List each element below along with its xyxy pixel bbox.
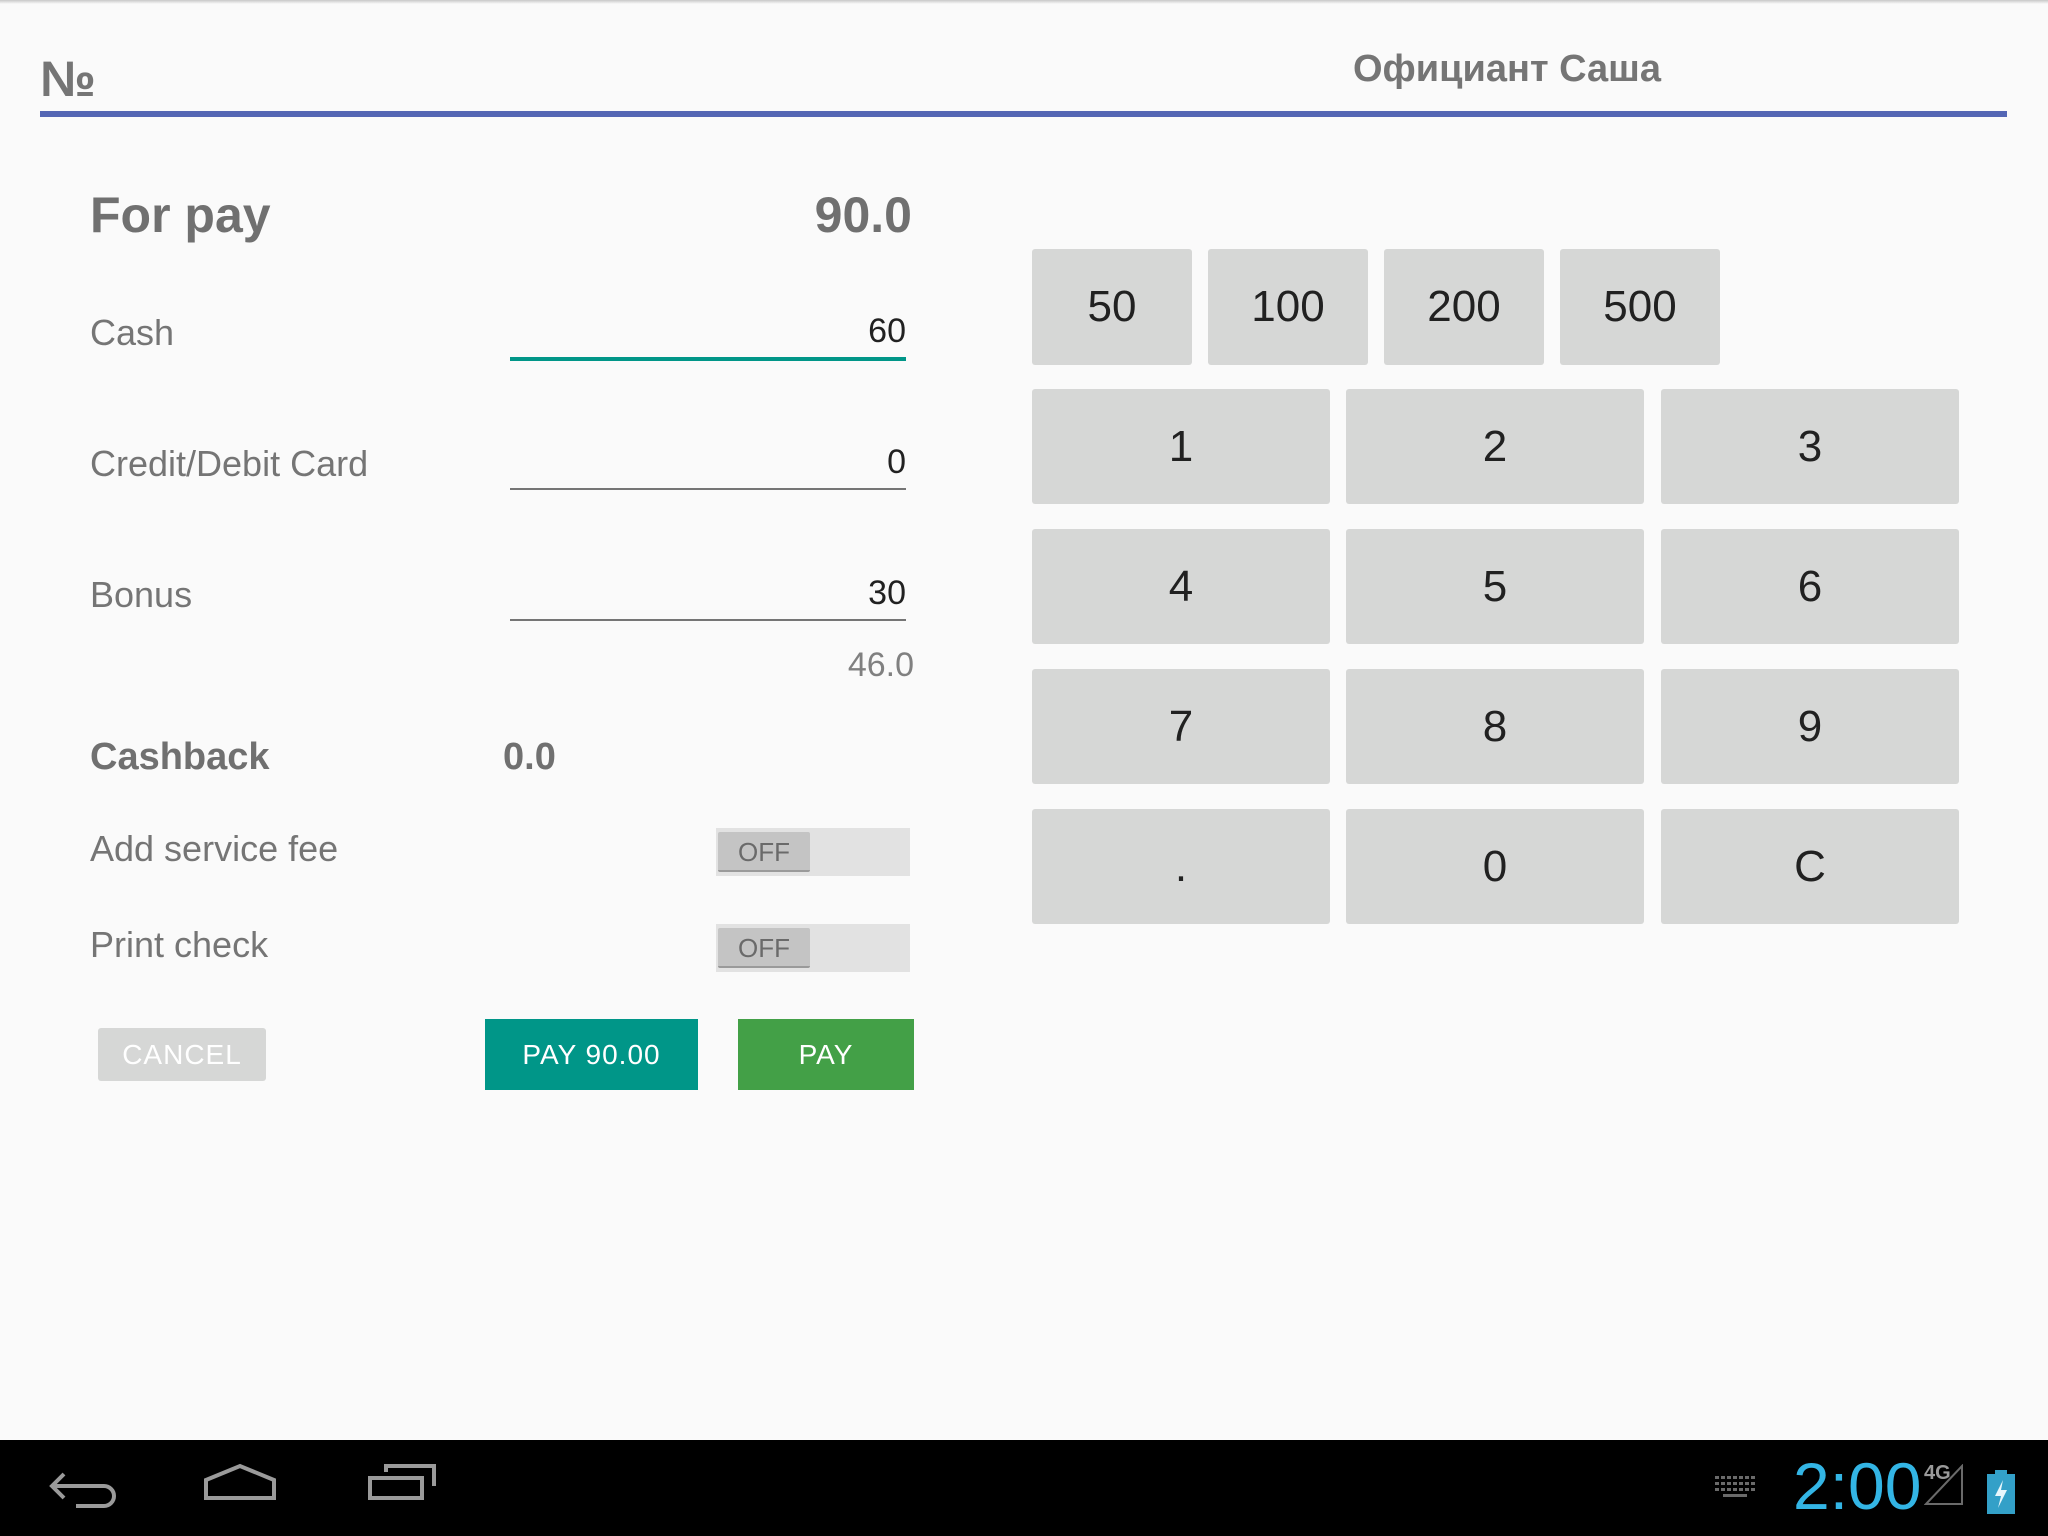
clock: 2:00	[1793, 1449, 1922, 1523]
key-6[interactable]: 6	[1661, 529, 1959, 644]
cashback-label: Cashback	[90, 736, 270, 778]
header-divider	[40, 111, 2007, 117]
quick-amount-50[interactable]: 50	[1032, 249, 1192, 365]
cashback-value: 0.0	[503, 736, 556, 778]
waiter-name: Официант Саша	[1353, 48, 1661, 90]
service-fee-label: Add service fee	[90, 828, 339, 869]
key-clear[interactable]: C	[1661, 809, 1959, 924]
top-shadow	[0, 0, 2048, 4]
cancel-button[interactable]: CANCEL	[98, 1028, 266, 1081]
key-8[interactable]: 8	[1346, 669, 1644, 784]
card-label: Credit/Debit Card	[90, 443, 369, 484]
keyboard-icon	[1715, 1476, 1755, 1497]
card-input[interactable]	[510, 443, 906, 490]
system-nav-bar: 2:00 4G	[0, 1440, 2048, 1536]
key-3[interactable]: 3	[1661, 389, 1959, 504]
key-0[interactable]: 0	[1346, 809, 1644, 924]
battery-charging-icon	[1987, 1470, 2015, 1514]
back-icon[interactable]	[44, 1462, 120, 1514]
home-icon[interactable]	[202, 1462, 278, 1514]
service-fee-toggle-state: OFF	[718, 832, 810, 872]
pay-button[interactable]: PAY	[738, 1019, 914, 1090]
bonus-input[interactable]	[510, 574, 906, 621]
signal-icon	[1924, 1464, 1963, 1505]
print-check-label: Print check	[90, 924, 269, 965]
key-4[interactable]: 4	[1032, 529, 1330, 644]
pay-amount-button[interactable]: PAY 90.00	[485, 1019, 698, 1090]
key-1[interactable]: 1	[1032, 389, 1330, 504]
cash-label: Cash	[90, 312, 175, 353]
cash-input[interactable]	[510, 312, 906, 361]
key-5[interactable]: 5	[1346, 529, 1644, 644]
print-check-toggle[interactable]: OFF	[716, 924, 910, 972]
key-2[interactable]: 2	[1346, 389, 1644, 504]
print-check-toggle-state: OFF	[718, 928, 810, 968]
service-fee-toggle[interactable]: OFF	[716, 828, 910, 876]
order-number-label: №	[40, 51, 96, 107]
bonus-label: Bonus	[90, 574, 193, 615]
quick-amount-200[interactable]: 200	[1384, 249, 1544, 365]
recent-apps-icon[interactable]	[366, 1462, 442, 1514]
for-pay-label: For pay	[90, 187, 271, 243]
key-decimal[interactable]: .	[1032, 809, 1330, 924]
quick-amount-500[interactable]: 500	[1560, 249, 1720, 365]
key-7[interactable]: 7	[1032, 669, 1330, 784]
quick-amount-100[interactable]: 100	[1208, 249, 1368, 365]
bonus-balance: 46.0	[847, 646, 914, 684]
for-pay-value: 90.0	[814, 187, 912, 243]
key-9[interactable]: 9	[1661, 669, 1959, 784]
